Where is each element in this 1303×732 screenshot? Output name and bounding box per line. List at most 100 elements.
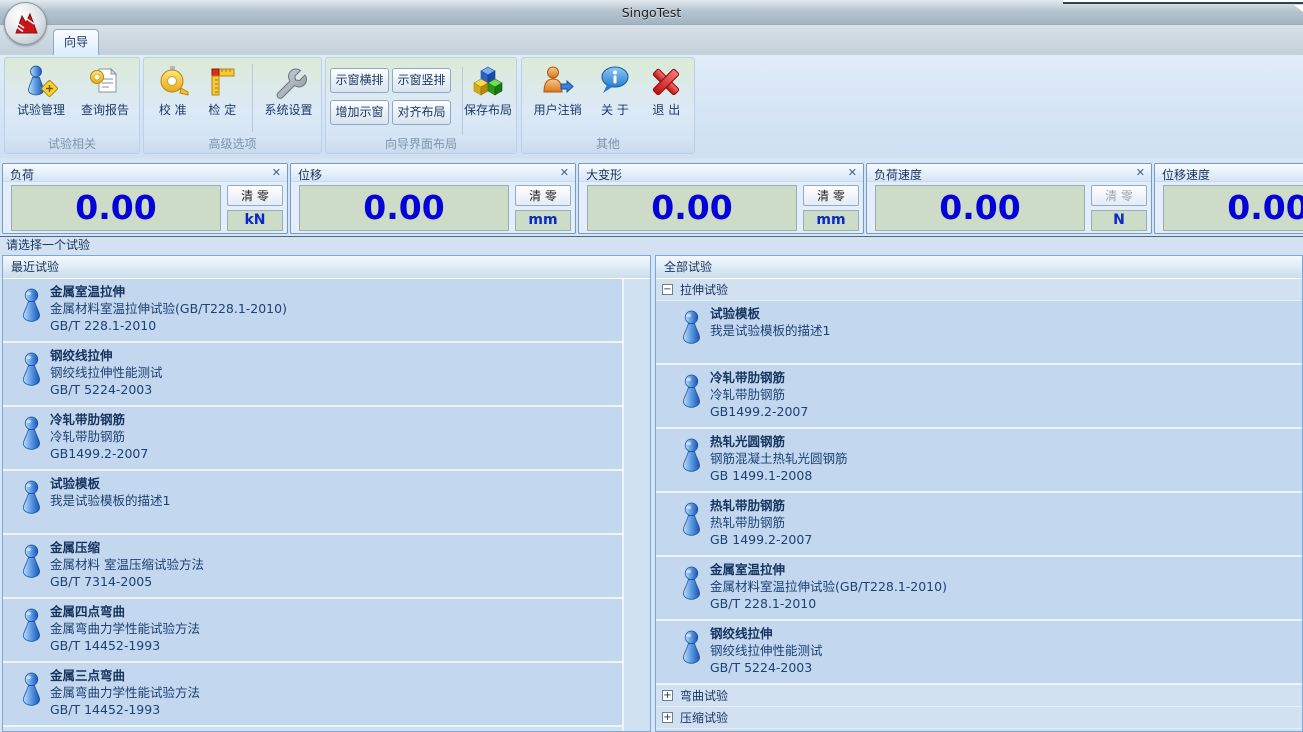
test-item-desc: 金属材料室温拉伸试验(GB/T228.1-2010) [50,300,614,317]
tree-expand-icon[interactable]: + [662,712,673,723]
close-icon[interactable]: ✕ [272,166,281,179]
meter-panel: 大变形 ✕ 0.00 清 零 mm [578,163,864,234]
test-item-desc: 金属材料室温拉伸试验(GB/T228.1-2010) [710,578,1294,595]
test-category-label: 弯曲试验 [680,685,728,707]
test-item-title: 钢绞线拉伸 [50,347,614,364]
close-icon[interactable]: ✕ [1136,166,1145,179]
pawn-icon [18,544,45,582]
test-item[interactable]: 金属室温拉伸 金属材料室温拉伸试验(GB/T228.1-2010) GB/T 2… [656,557,1302,621]
test-item[interactable]: 钢绞线拉伸 钢绞线拉伸性能测试 GB/T 5224-2003 [3,343,622,407]
meter-unit: N [1091,210,1147,231]
calibration-tape-icon [156,63,190,101]
exit-button[interactable]: 退 出 [641,61,692,117]
meter-unit: mm [515,210,571,231]
meter-title: 位移速度 [1162,167,1210,184]
pawn-icon [678,310,705,348]
pawn-icon [678,566,705,604]
test-item-desc: 冷轧带肋钢筋 [710,386,1294,403]
verification-button[interactable]: 检 定 [198,61,248,117]
test-item-title: 热轧光圆钢筋 [710,433,1294,450]
test-item-title: 钢绞线拉伸 [710,625,1294,642]
test-management-icon [23,63,59,101]
windows-vertical-button[interactable]: 示窗竖排 [392,68,451,93]
windows-horizontal-button[interactable]: 示窗横排 [330,68,389,93]
button-label: 退 出 [652,103,680,117]
close-icon[interactable]: ✕ [848,166,857,179]
test-item[interactable]: 冷轧带肋钢筋 冷轧带肋钢筋 GB1499.2-2007 [656,365,1302,429]
test-item-standard: GB/T 14452-1993 [50,637,614,654]
scrollbar-track[interactable] [622,279,650,731]
clear-zero-button[interactable]: 清 零 [803,185,859,206]
pawn-icon [678,438,705,476]
meter-title: 大变形 [586,167,622,184]
user-logout-button[interactable]: 用户注销 [526,61,589,117]
test-item[interactable]: 热轧光圆钢筋 钢筋混凝土热轧光圆钢筋 GB 1499.1-2008 [656,429,1302,493]
pawn-icon [18,672,45,710]
tree-expand-icon[interactable]: + [662,690,673,701]
test-item[interactable]: 冷轧带肋钢筋 冷轧带肋钢筋 GB1499.2-2007 [3,407,622,471]
query-report-icon [87,63,123,101]
test-item-standard: GB 1499.1-2008 [710,467,1294,484]
test-item[interactable]: 金属室温拉伸 金属材料室温拉伸试验(GB/T228.1-2010) GB/T 2… [3,279,622,343]
close-icon[interactable]: ✕ [560,166,569,179]
test-item[interactable]: 试验模板 我是试验模板的描述1 [656,301,1302,365]
test-item[interactable]: 试验模板 我是试验模板的描述1 [3,471,622,535]
meter-panel: 负荷 ✕ 0.00 清 零 kN [2,163,288,234]
pawn-icon [18,352,45,390]
clear-zero-button[interactable]: 清 零 [515,185,571,206]
test-category-row[interactable]: − 拉伸试验 [656,279,1302,301]
test-item-standard: GB1499.2-2007 [50,445,614,462]
test-item-title: 金属三点弯曲 [50,667,614,684]
button-label: 校 准 [159,103,187,117]
test-item[interactable]: 热轧带肋钢筋 热轧带肋钢筋 GB 1499.2-2007 [656,493,1302,557]
meter-unit: mm [803,210,859,231]
meter-panel: 位移速度 ✕ 0.00 清 零 [1154,163,1303,234]
test-category-row[interactable]: + 压缩试验 [656,707,1302,729]
pawn-icon [678,502,705,540]
meter-unit: kN [227,210,283,231]
exit-icon [648,63,684,101]
test-item[interactable]: 金属三点弯曲 金属弯曲力学性能试验方法 GB/T 14452-1993 [3,663,622,727]
test-item-title: 金属压缩 [50,539,614,556]
meter-value-display: 0.00 [1163,185,1303,231]
ribbon-group-label: 高级选项 [144,136,321,153]
test-item-standard: GB/T 228.1-2010 [50,317,614,334]
all-tests-tree: − 拉伸试验 试验模板 我是试验模板的描述1 冷轧带肋钢筋 冷轧带肋钢筋 GB1… [656,279,1302,731]
test-item-desc: 钢筋混凝土热轧光圆钢筋 [710,450,1294,467]
test-item[interactable]: 金属压缩 金属材料 室温压缩试验方法 GB/T 7314-2005 [3,535,622,599]
test-management-button[interactable]: 试验管理 [9,61,73,117]
test-item-desc: 我是试验模板的描述1 [710,322,1294,339]
tree-collapse-icon[interactable]: − [662,284,673,295]
test-item-standard: GB/T 5224-2003 [50,381,614,398]
user-logout-icon [540,63,576,101]
test-item-standard: GB/T 14452-1993 [50,701,614,718]
meter-value-display: 0.00 [11,185,221,231]
query-report-button[interactable]: 查询报告 [73,61,137,117]
about-button[interactable]: 关 于 [589,61,640,117]
add-window-button[interactable]: 增加示窗 [330,100,389,125]
test-category-label: 拉伸试验 [680,279,728,301]
button-label: 关 于 [601,103,629,117]
clear-zero-button[interactable]: 清 零 [1091,185,1147,206]
test-item-desc: 冷轧带肋钢筋 [50,428,614,445]
save-layout-cubes-icon [468,63,508,101]
clear-zero-button[interactable]: 清 零 [227,185,283,206]
test-item-desc: 金属材料 室温压缩试验方法 [50,556,614,573]
pawn-icon [18,416,45,454]
meter-title: 位移 [298,167,322,184]
test-item-desc: 金属弯曲力学性能试验方法 [50,684,614,701]
app-logo-button[interactable] [4,2,47,45]
test-category-row[interactable]: + 弯曲试验 [656,685,1302,707]
align-layout-button[interactable]: 对齐布局 [392,100,451,125]
save-layout-button[interactable]: 保存布局 [462,61,514,117]
ribbon-group-test-related: 试验管理 查询报告 试验相关 [4,57,140,154]
test-item[interactable]: 金属四点弯曲 金属弯曲力学性能试验方法 GB/T 14452-1993 [3,599,622,663]
test-item-standard: GB/T 228.1-2010 [710,595,1294,612]
system-settings-button[interactable]: 系统设置 [258,61,319,117]
calibration-button[interactable]: 校 准 [148,61,198,117]
test-item[interactable]: 钢绞线拉伸 钢绞线拉伸性能测试 GB/T 5224-2003 [656,621,1302,685]
tab-wizard[interactable]: 向导 [53,29,99,55]
test-item-standard: GB 1499.2-2007 [710,531,1294,548]
select-test-prompt: 请选择一个试验 [0,236,1303,255]
window-title: SingoTest [0,5,1303,20]
